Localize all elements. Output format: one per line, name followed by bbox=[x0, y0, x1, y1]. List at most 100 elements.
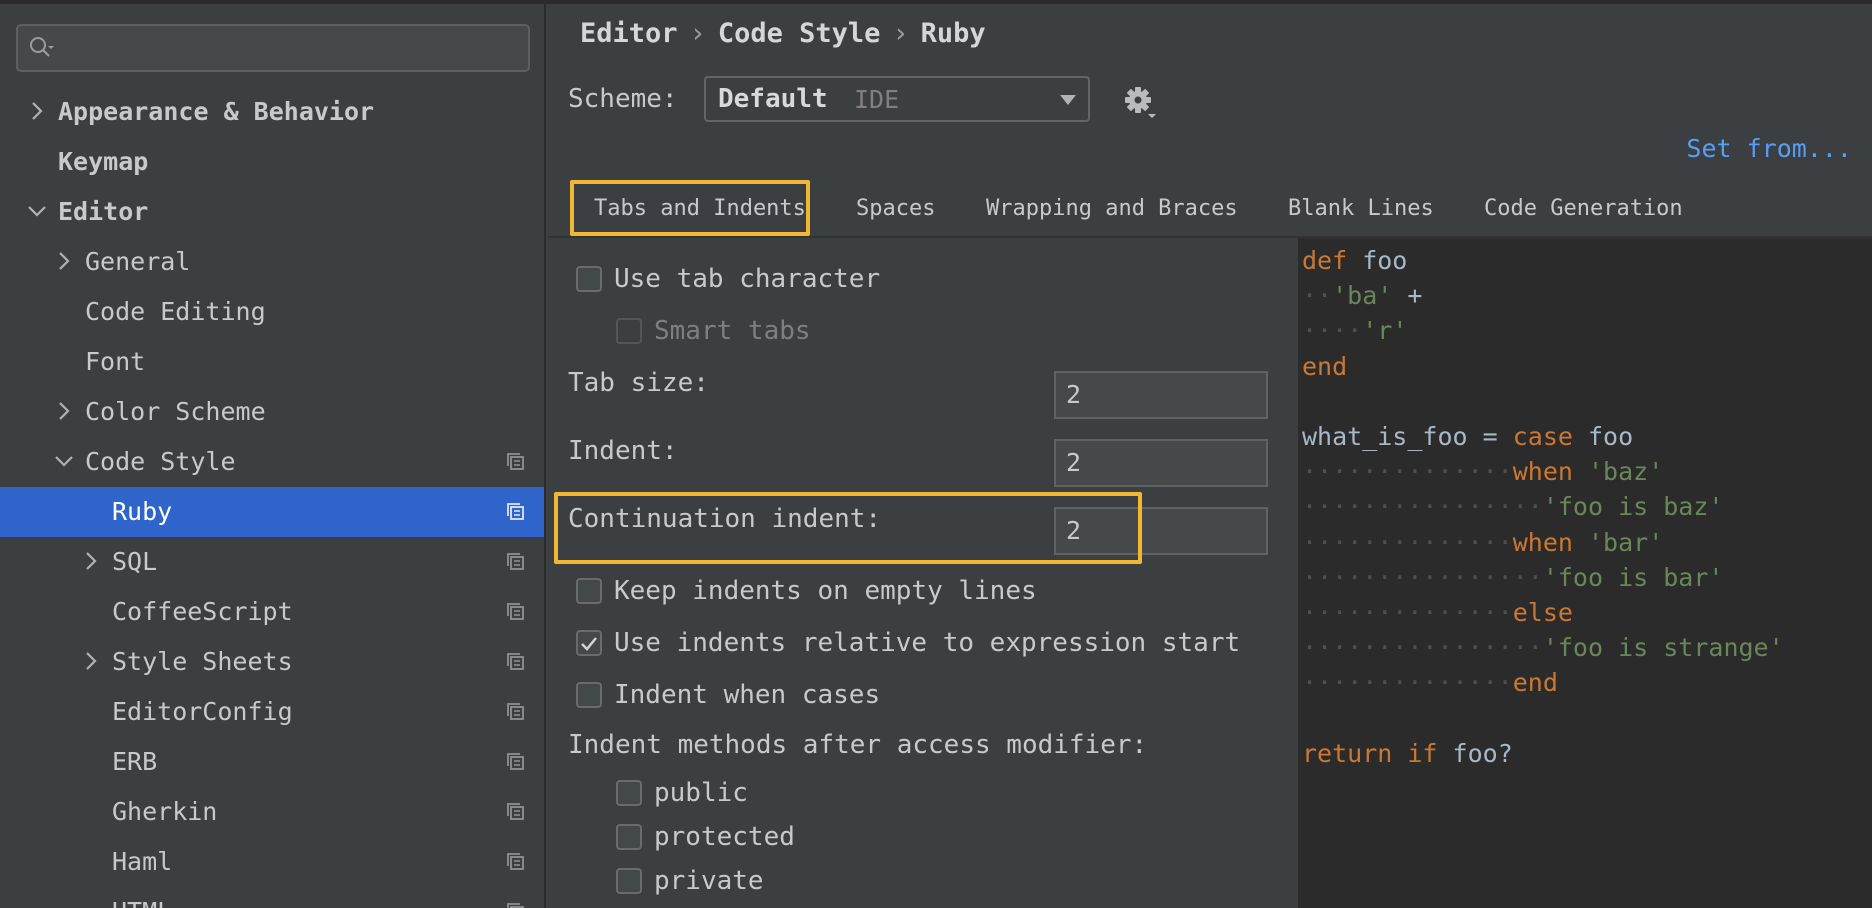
settings-main: Editor › Code Style › Ruby Scheme: Default I… bbox=[548, 4, 1872, 908]
settings-sidebar: Appearance & Behavior Keymap Editor General… bbox=[0, 4, 546, 908]
breadcrumb-separator: › bbox=[892, 18, 909, 49]
code-text: foo bbox=[1572, 422, 1634, 451]
tab-size-input[interactable]: 2 bbox=[1054, 371, 1268, 419]
project-scheme-copy-icon bbox=[507, 703, 524, 720]
indent-input[interactable]: 2 bbox=[1054, 439, 1268, 487]
tree-item[interactable]: Code Style bbox=[0, 437, 544, 487]
tab-code-generation[interactable]: Code Generation bbox=[1484, 196, 1683, 221]
chevron-right-icon[interactable] bbox=[80, 550, 102, 572]
project-scheme-copy-icon bbox=[507, 603, 524, 620]
chevron-right-icon[interactable] bbox=[26, 100, 48, 122]
code-line: ····'r' bbox=[1302, 316, 1407, 345]
breadcrumb-separator: › bbox=[689, 18, 706, 49]
gear-icon[interactable] bbox=[1122, 84, 1158, 120]
tree-item[interactable]: CoffeeScript bbox=[0, 587, 544, 637]
code-whitespace-marker: ·· bbox=[1302, 281, 1333, 311]
tree-item[interactable]: Gherkin bbox=[0, 787, 544, 837]
code-line: what_is_foo = case foo bbox=[1302, 422, 1633, 451]
code-text: what_is_foo = bbox=[1302, 422, 1513, 451]
tree-item[interactable]: Haml bbox=[0, 837, 544, 887]
project-scheme-copy-icon bbox=[507, 803, 524, 820]
tree-item[interactable]: Editor bbox=[0, 187, 544, 237]
tree-item-label: HTML bbox=[112, 887, 172, 908]
tree-item[interactable]: SQL bbox=[0, 537, 544, 587]
chevron-down-icon[interactable] bbox=[53, 450, 75, 472]
code-keyword: def bbox=[1302, 246, 1348, 275]
code-keyword: end bbox=[1302, 351, 1348, 381]
breadcrumb-item: Code Style bbox=[717, 18, 881, 49]
keep-indents-label: Keep indents on empty lines bbox=[614, 576, 1037, 606]
code-preview[interactable]: def foo ··'ba' + ····'r' end what_is_foo = c… bbox=[1298, 238, 1872, 908]
breadcrumb-item: Editor bbox=[580, 18, 678, 49]
set-from-link[interactable]: Set from... bbox=[1686, 134, 1852, 163]
tree-item-label: Code Style bbox=[85, 447, 236, 476]
code-whitespace-marker: ·············· bbox=[1302, 527, 1513, 557]
chevron-down-icon[interactable] bbox=[26, 200, 48, 222]
code-string: 'r' bbox=[1362, 316, 1408, 346]
tree-item[interactable]: Ruby bbox=[0, 487, 544, 537]
use-tab-character-label: Use tab character bbox=[614, 264, 881, 294]
tab-wrapping-and-braces[interactable]: Wrapping and Braces bbox=[986, 196, 1238, 221]
code-string: 'foo is strange' bbox=[1542, 633, 1784, 663]
tree-item-label: Appearance & Behavior bbox=[58, 97, 375, 126]
project-scheme-copy-icon bbox=[507, 653, 524, 670]
scheme-dropdown[interactable]: Default IDE bbox=[704, 76, 1090, 122]
tree-item[interactable]: Code Editing bbox=[0, 287, 544, 337]
tree-item[interactable]: ERB bbox=[0, 737, 544, 787]
tab-size-label: Tab size: bbox=[568, 368, 709, 398]
breadcrumb: Editor › Code Style › Ruby bbox=[580, 18, 986, 49]
tab-spaces[interactable]: Spaces bbox=[856, 196, 935, 221]
tree-item[interactable]: Keymap bbox=[0, 137, 544, 187]
chevron-right-icon[interactable] bbox=[80, 650, 102, 672]
tree-item-label: Keymap bbox=[58, 147, 149, 176]
code-keyword: if bbox=[1407, 738, 1438, 768]
tree-item[interactable]: General bbox=[0, 237, 544, 287]
search-input[interactable] bbox=[16, 24, 530, 72]
tab-blank-lines[interactable]: Blank Lines bbox=[1288, 196, 1434, 221]
indent-value: 2 bbox=[1066, 448, 1082, 477]
tree-item-label: Font bbox=[85, 347, 146, 376]
chevron-right-icon[interactable] bbox=[53, 250, 75, 272]
smart-tabs-checkbox[interactable] bbox=[616, 318, 642, 344]
checkmark-icon bbox=[581, 637, 597, 651]
code-line: ··············else bbox=[1302, 598, 1573, 627]
tree-item[interactable]: Appearance & Behavior bbox=[0, 87, 544, 137]
tree-item[interactable]: Style Sheets bbox=[0, 637, 544, 687]
protected-checkbox[interactable] bbox=[616, 824, 642, 850]
code-line: def foo bbox=[1302, 246, 1407, 275]
tree-item-label: Style Sheets bbox=[112, 647, 293, 676]
private-checkbox[interactable] bbox=[616, 868, 642, 894]
tab-size-value: 2 bbox=[1066, 380, 1082, 409]
use-tab-character-checkbox[interactable] bbox=[576, 266, 602, 292]
tree-item-label: Ruby bbox=[112, 497, 173, 526]
tree-item-label: SQL bbox=[112, 547, 158, 576]
indent-when-cases-checkbox[interactable] bbox=[576, 682, 602, 708]
chevron-right-icon[interactable] bbox=[53, 400, 75, 422]
keep-indents-checkbox[interactable] bbox=[576, 578, 602, 604]
code-line: end bbox=[1302, 352, 1347, 381]
relative-indents-label: Use indents relative to expression start bbox=[614, 628, 1241, 658]
code-keyword: case bbox=[1512, 422, 1573, 451]
tree-item[interactable]: HTML bbox=[0, 887, 544, 908]
tab-tabs-and-indents[interactable]: Tabs and Indents bbox=[594, 196, 806, 221]
tree-item[interactable]: EditorConfig bbox=[0, 687, 544, 737]
scheme-value: Default bbox=[718, 84, 828, 114]
project-scheme-copy-icon bbox=[507, 753, 524, 770]
tree-item[interactable]: Color Scheme bbox=[0, 387, 544, 437]
smart-tabs-label: Smart tabs bbox=[654, 316, 811, 346]
relative-indents-checkbox[interactable] bbox=[576, 630, 602, 656]
public-checkbox[interactable] bbox=[616, 780, 642, 806]
project-scheme-copy-icon bbox=[507, 553, 524, 570]
code-line: ··'ba' + bbox=[1302, 281, 1422, 310]
code-keyword: return bbox=[1302, 738, 1393, 768]
tree-item-label: General bbox=[85, 247, 191, 276]
code-line: ··············when 'bar' bbox=[1302, 528, 1663, 557]
code-line: ················'foo is baz' bbox=[1302, 492, 1723, 521]
code-whitespace-marker: ·············· bbox=[1302, 457, 1513, 487]
code-line: ················'foo is bar' bbox=[1302, 563, 1723, 592]
access-modifier-heading: Indent methods after access modifier: bbox=[568, 730, 1148, 760]
code-keyword: end bbox=[1512, 668, 1558, 698]
tree-item[interactable]: Font bbox=[0, 337, 544, 387]
